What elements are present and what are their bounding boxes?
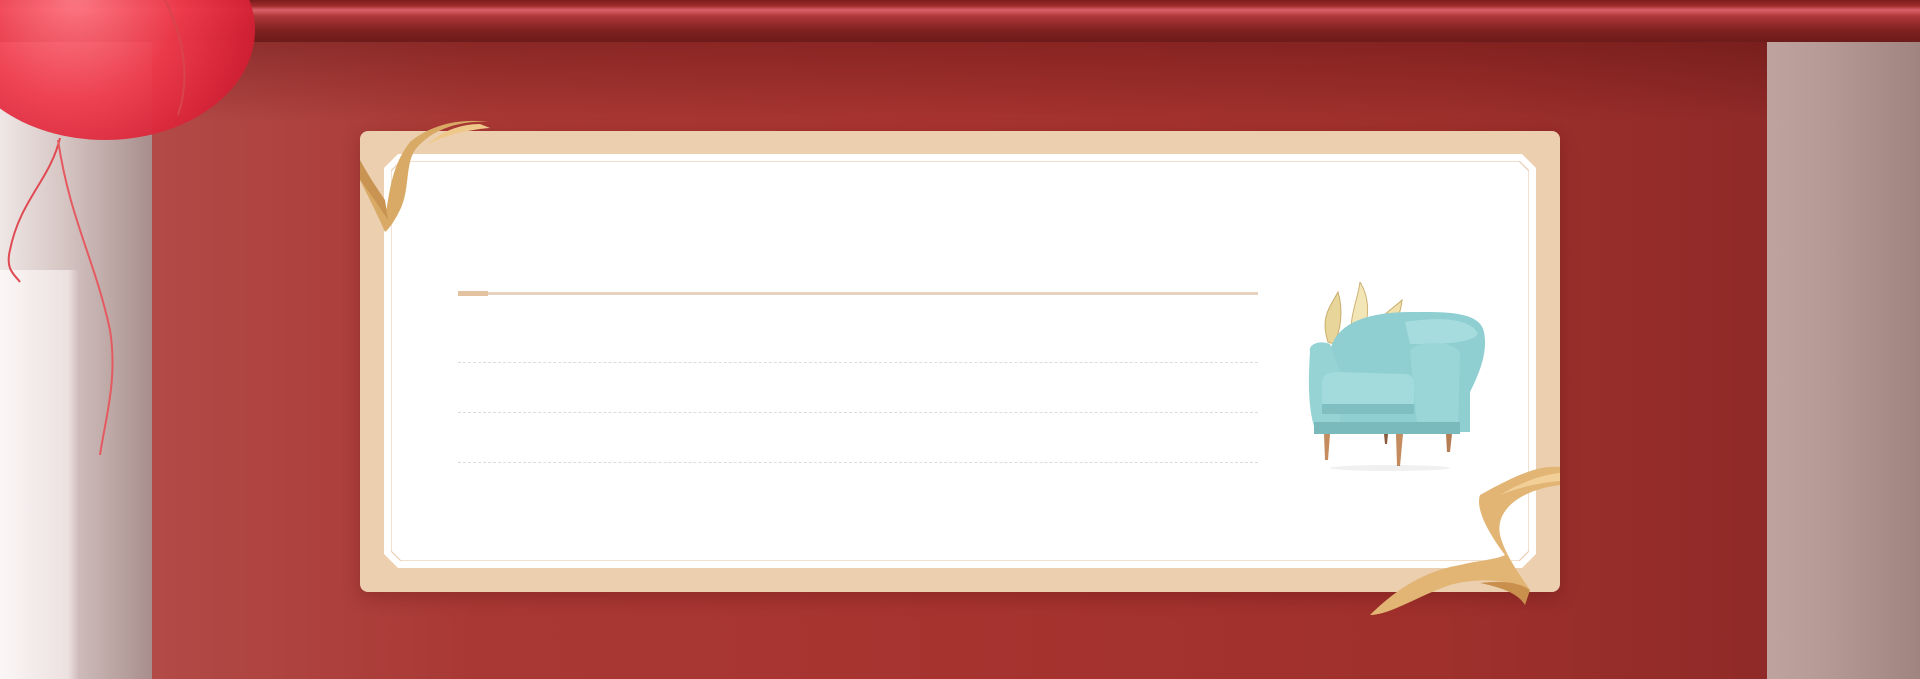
armchair-icon [1308, 282, 1486, 471]
ceiling-band [0, 0, 1920, 42]
list-row-divider [458, 412, 1258, 413]
header-underline [458, 292, 1258, 295]
right-side-wall [1767, 42, 1920, 679]
list-row-divider [458, 362, 1258, 363]
list-row-divider [458, 462, 1258, 463]
balloon-string [7, 0, 186, 456]
ribbon-icon [1370, 466, 1560, 615]
header-accent [458, 291, 488, 296]
ribbon-icon [360, 120, 490, 232]
